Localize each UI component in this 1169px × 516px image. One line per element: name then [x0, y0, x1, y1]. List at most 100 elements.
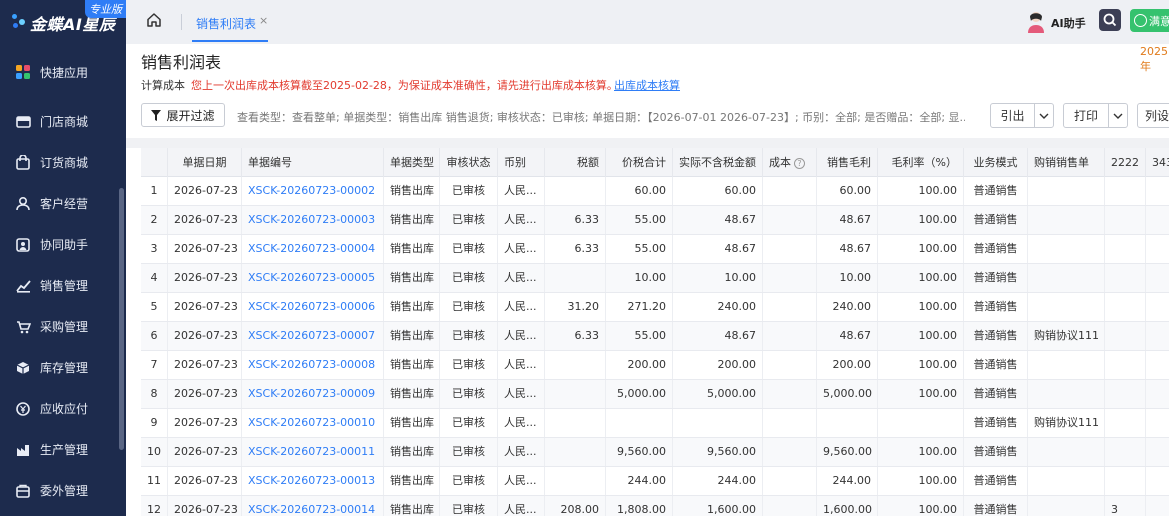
expand-filter-button[interactable]: 展开过滤: [141, 103, 225, 127]
cell-amount-excl-tax: 1,600.00: [673, 496, 763, 516]
table-row[interactable]: 6 2026-07-23 XSCK-20260723-00007 销售出库 已审核 人民.…: [141, 322, 1169, 351]
brand-logo[interactable]: 金蝶AI星辰 专业版: [0, 0, 126, 44]
column-settings-label: 列设: [1144, 109, 1169, 123]
cell-business-mode: 普通销售: [964, 409, 1028, 437]
header-col-margin[interactable]: 毛利率（%）: [878, 148, 964, 177]
header-col-business-mode[interactable]: 业务模式: [964, 148, 1028, 177]
cell-purchase-sales-order: [1028, 264, 1105, 292]
sidebar-item-quick-apps[interactable]: 快捷应用: [0, 55, 126, 89]
doc-number-link[interactable]: XSCK-20260723-00009: [242, 380, 384, 408]
header-col-cost[interactable]: 成本?: [763, 148, 817, 177]
header-col-gross-profit[interactable]: 销售毛利: [817, 148, 878, 177]
satisfaction-button[interactable]: 满意: [1130, 9, 1169, 32]
header-col-amount-excl-tax[interactable]: 实际不含税金额: [673, 148, 763, 177]
header-col-total-with-tax[interactable]: 价税合计: [606, 148, 673, 177]
header-col-doc-number[interactable]: 单据编号: [242, 148, 384, 177]
sidebar-item-label: 生产管理: [40, 443, 89, 457]
column-settings-button[interactable]: 列设: [1137, 103, 1169, 128]
table-row[interactable]: 3 2026-07-23 XSCK-20260723-00004 销售出库 已审核 人民.…: [141, 235, 1169, 264]
header-col-currency[interactable]: 币别: [498, 148, 545, 177]
ai-assistant-label[interactable]: AI助手: [1051, 15, 1086, 31]
doc-number-link[interactable]: XSCK-20260723-00003: [242, 206, 384, 234]
header-col-343[interactable]: 343: [1146, 148, 1169, 177]
print-label[interactable]: 打印: [1064, 104, 1109, 127]
header-col-date[interactable]: 单据日期: [168, 148, 242, 177]
chevron-down-icon[interactable]: [1109, 104, 1127, 127]
sidebar-item-assistant[interactable]: 协同助手: [0, 224, 126, 265]
doc-number-link[interactable]: XSCK-20260723-00014: [242, 496, 384, 516]
table-row[interactable]: 8 2026-07-23 XSCK-20260723-00009 销售出库 已审核 人民.…: [141, 380, 1169, 409]
tab-divider: [181, 14, 182, 30]
satisfaction-label: 满意: [1149, 14, 1169, 28]
doc-number-link[interactable]: XSCK-20260723-00010: [242, 409, 384, 437]
header-col-index[interactable]: [141, 148, 168, 177]
cell-amount-excl-tax: 48.67: [673, 235, 763, 263]
table-row[interactable]: 12 2026-07-23 XSCK-20260723-00014 销售出库 已审核 人民…: [141, 496, 1169, 516]
home-icon[interactable]: [146, 12, 164, 30]
doc-number-link[interactable]: XSCK-20260723-00002: [242, 177, 384, 205]
cell-343: [1146, 206, 1169, 234]
cell-doc-type: 销售出库: [384, 264, 440, 292]
table-row[interactable]: 7 2026-07-23 XSCK-20260723-00008 销售出库 已审核 人民.…: [141, 351, 1169, 380]
year-note: 2025年: [1140, 45, 1168, 73]
cell-doc-type: 销售出库: [384, 409, 440, 437]
sidebar-item-purchase[interactable]: 采购管理: [0, 306, 126, 347]
cell-audit-status: 已审核: [440, 438, 498, 466]
doc-number-link[interactable]: XSCK-20260723-00007: [242, 322, 384, 350]
doc-number-link[interactable]: XSCK-20260723-00008: [242, 351, 384, 379]
table-row[interactable]: 9 2026-07-23 XSCK-20260723-00010 销售出库 已审核 人民.…: [141, 409, 1169, 438]
cell-2222: [1105, 177, 1146, 205]
cell-date: 2026-07-23: [168, 409, 242, 437]
cost-accounting-link[interactable]: 出库成本核算: [614, 77, 680, 93]
doc-number-link[interactable]: XSCK-20260723-00013: [242, 467, 384, 495]
cell-index: 5: [141, 293, 168, 321]
cell-date: 2026-07-23: [168, 322, 242, 350]
cell-2222: [1105, 380, 1146, 408]
cell-total-with-tax: 271.20: [606, 293, 673, 321]
sidebar-item-store[interactable]: 门店商城: [0, 101, 126, 142]
sidebar-item-customer[interactable]: 客户经营: [0, 183, 126, 224]
cell-2222: [1105, 409, 1146, 437]
sidebar-item-inventory[interactable]: 库存管理: [0, 347, 126, 388]
cell-doc-type: 销售出库: [384, 438, 440, 466]
export-label[interactable]: 引出: [991, 104, 1035, 127]
table-row[interactable]: 10 2026-07-23 XSCK-20260723-00011 销售出库 已审核 人民…: [141, 438, 1169, 467]
sidebar-item-receivable[interactable]: 应收应付: [0, 388, 126, 429]
cell-business-mode: 普通销售: [964, 206, 1028, 234]
sidebar-item-production[interactable]: 生产管理: [0, 429, 126, 470]
header-col-2222[interactable]: 2222: [1105, 148, 1146, 177]
tab-close-icon[interactable]: ×: [259, 14, 268, 27]
cell-business-mode: 普通销售: [964, 438, 1028, 466]
sidebar-item-sales[interactable]: 销售管理: [0, 265, 126, 306]
doc-number-link[interactable]: XSCK-20260723-00011: [242, 438, 384, 466]
sidebar-scrollbar[interactable]: [119, 188, 124, 450]
table-row[interactable]: 4 2026-07-23 XSCK-20260723-00005 销售出库 已审核 人民.…: [141, 264, 1169, 293]
header-col-tax[interactable]: 税额: [545, 148, 606, 177]
cell-gross-profit: 200.00: [817, 351, 878, 379]
ai-assistant-avatar-icon[interactable]: [1025, 9, 1047, 33]
search-icon[interactable]: [1099, 9, 1121, 31]
table-row[interactable]: 11 2026-07-23 XSCK-20260723-00013 销售出库 已审核 人民…: [141, 467, 1169, 496]
cell-business-mode: 普通销售: [964, 235, 1028, 263]
export-button[interactable]: 引出: [990, 103, 1054, 128]
doc-number-link[interactable]: XSCK-20260723-00006: [242, 293, 384, 321]
sidebar-item-outsource[interactable]: 委外管理: [0, 470, 126, 511]
cell-amount-excl-tax: 244.00: [673, 467, 763, 495]
print-button[interactable]: 打印: [1063, 103, 1128, 128]
table-row[interactable]: 2 2026-07-23 XSCK-20260723-00003 销售出库 已审核 人民.…: [141, 206, 1169, 235]
header-col-doc-type[interactable]: 单据类型: [384, 148, 440, 177]
header-col-purchase-sales-order[interactable]: 购销销售单: [1028, 148, 1105, 177]
table-row[interactable]: 1 2026-07-23 XSCK-20260723-00002 销售出库 已审核 人民.…: [141, 177, 1169, 206]
chevron-down-icon[interactable]: [1035, 104, 1053, 127]
table-row[interactable]: 5 2026-07-23 XSCK-20260723-00006 销售出库 已审核 人民.…: [141, 293, 1169, 322]
sidebar-item-order-mall[interactable]: 订货商城: [0, 142, 126, 183]
doc-number-link[interactable]: XSCK-20260723-00004: [242, 235, 384, 263]
cell-amount-excl-tax: 240.00: [673, 293, 763, 321]
cell-currency: 人民...: [498, 206, 545, 234]
header-col-audit-status[interactable]: 审核状态: [440, 148, 498, 177]
help-icon[interactable]: ?: [794, 157, 805, 169]
sidebar-item-label: 委外管理: [40, 484, 89, 498]
doc-number-link[interactable]: XSCK-20260723-00005: [242, 264, 384, 292]
tab-sales-profit[interactable]: 销售利润表: [196, 15, 256, 32]
cell-total-with-tax: 55.00: [606, 206, 673, 234]
